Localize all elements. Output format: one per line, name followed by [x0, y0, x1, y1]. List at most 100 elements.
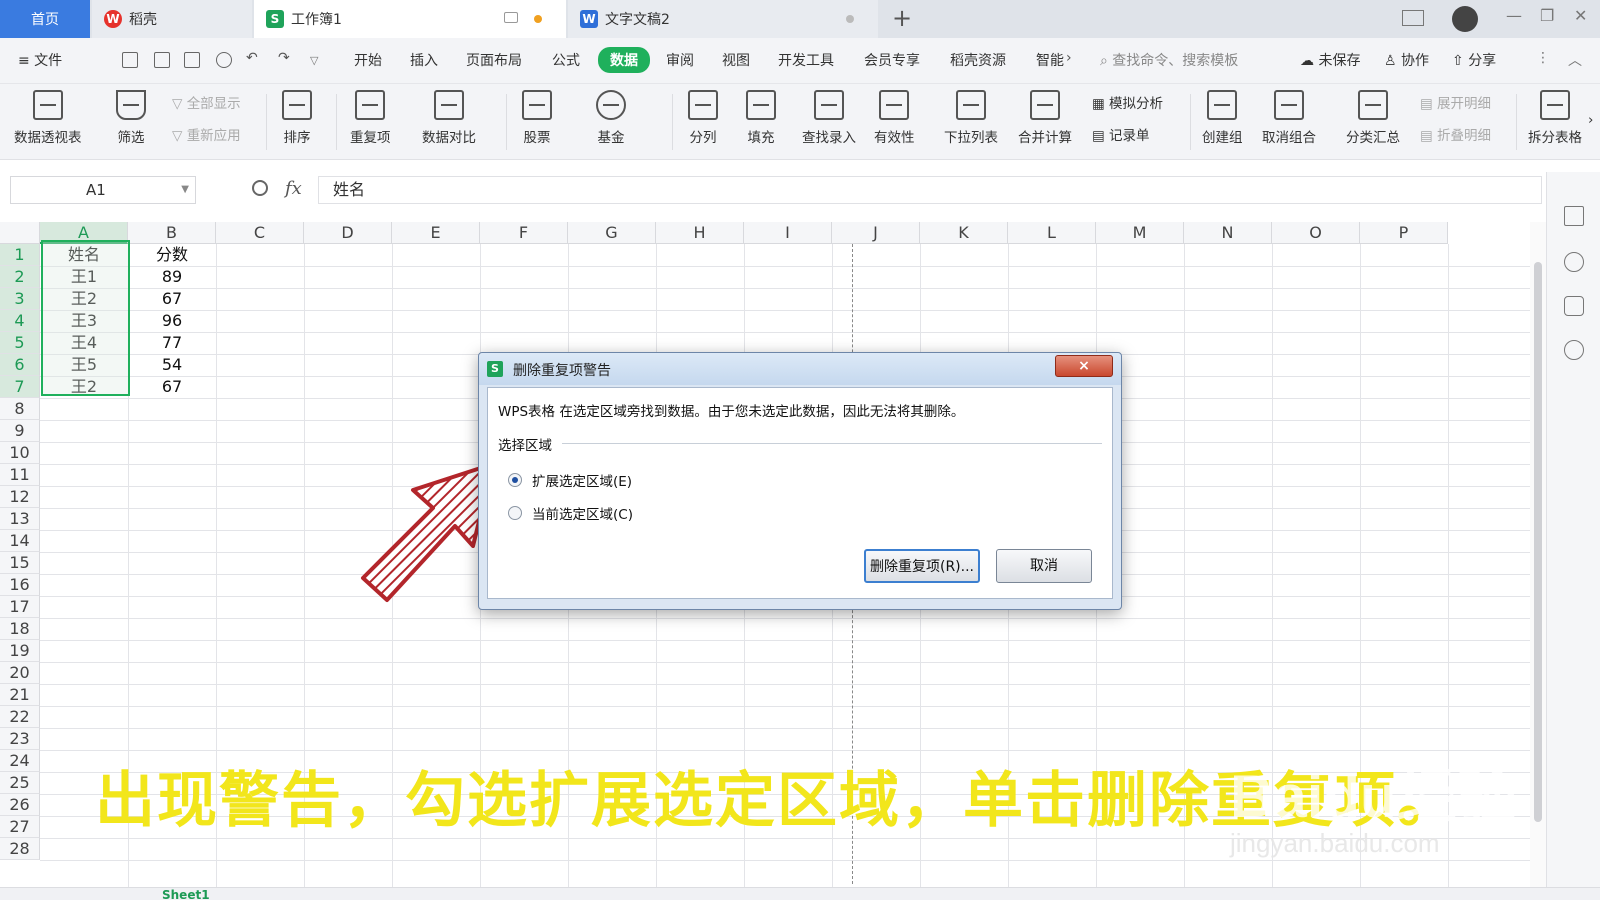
menu-member[interactable]: 会员专享	[864, 50, 920, 70]
lookup-entry-button[interactable]: 查找录入	[802, 90, 856, 146]
current-selection-option[interactable]: 当前选定区域(C)	[508, 503, 633, 523]
data-compare-button[interactable]: 数据对比	[422, 90, 476, 146]
row-header[interactable]: 25	[0, 772, 40, 794]
expand-selection-radio[interactable]	[508, 473, 522, 487]
file-menu[interactable]: ≡ 文件	[18, 50, 62, 70]
simulate-analysis-button[interactable]: ▦ 模拟分析	[1092, 92, 1163, 112]
column-header[interactable]: K	[920, 222, 1008, 244]
fund-button[interactable]: 基金	[596, 90, 626, 146]
row-header[interactable]: 28	[0, 838, 40, 860]
table-cell[interactable]: 分数	[128, 244, 216, 266]
filter-button[interactable]: 筛选	[116, 90, 146, 146]
sort-button[interactable]: 排序	[282, 90, 312, 146]
menu-view[interactable]: 视图	[722, 50, 750, 70]
tab-document[interactable]: W 文字文稿2	[568, 0, 878, 38]
column-header[interactable]: P	[1360, 222, 1448, 244]
menu-more-icon[interactable]: ›	[1066, 50, 1072, 66]
formula-input[interactable]: 姓名	[318, 176, 1542, 204]
ungroup-button[interactable]: 取消组合	[1262, 90, 1316, 146]
row-header[interactable]: 20	[0, 662, 40, 684]
redo-icon[interactable]: ↷	[278, 50, 290, 66]
column-header[interactable]: H	[656, 222, 744, 244]
row-header[interactable]: 19	[0, 640, 40, 662]
validity-button[interactable]: 有效性	[874, 90, 915, 146]
table-cell[interactable]: 96	[128, 310, 216, 332]
row-header[interactable]: 10	[0, 442, 40, 464]
row-header[interactable]: 6	[0, 354, 40, 376]
menu-data[interactable]: 数据	[598, 47, 650, 73]
split-table-button[interactable]: 拆分表格	[1526, 90, 1584, 146]
row-header[interactable]: 15	[0, 552, 40, 574]
help-icon[interactable]	[1564, 252, 1584, 272]
menu-start[interactable]: 开始	[354, 50, 382, 70]
cancel-button[interactable]: 取消	[996, 549, 1092, 583]
pivot-table-button[interactable]: 数据透视表	[14, 90, 82, 146]
more-quick-icon[interactable]: ▽	[310, 54, 318, 67]
menu-insert[interactable]: 插入	[410, 50, 438, 70]
row-header[interactable]: 21	[0, 684, 40, 706]
dialog-title-bar[interactable]: S 删除重复项警告 ×	[479, 353, 1121, 385]
column-header[interactable]: B	[128, 222, 216, 244]
table-cell[interactable]: 67	[128, 376, 216, 398]
column-header[interactable]: N	[1184, 222, 1272, 244]
row-header[interactable]: 11	[0, 464, 40, 486]
minimize-icon[interactable]: —	[1506, 6, 1522, 25]
dialog-close-button[interactable]: ×	[1055, 355, 1113, 377]
row-header[interactable]: 22	[0, 706, 40, 728]
menu-smart[interactable]: 智能	[1036, 50, 1064, 70]
save-icon[interactable]	[122, 52, 138, 68]
row-header[interactable]: 26	[0, 794, 40, 816]
print-icon[interactable]	[184, 52, 200, 68]
tab-workbook[interactable]: S 工作簿1	[254, 0, 566, 38]
menu-daoke-resources[interactable]: 稻壳资源	[950, 50, 1006, 70]
name-box[interactable]: A1 ▼	[10, 176, 196, 204]
expand-detail-button[interactable]: ▤ 展开明细	[1420, 92, 1491, 112]
row-header[interactable]: 12	[0, 486, 40, 508]
remove-duplicates-button[interactable]: 删除重复项(R)...	[864, 549, 980, 583]
row-header[interactable]: 9	[0, 420, 40, 442]
row-header[interactable]: 14	[0, 530, 40, 552]
table-cell[interactable]: 89	[128, 266, 216, 288]
column-header[interactable]: I	[744, 222, 832, 244]
location-icon[interactable]	[1564, 340, 1584, 360]
collapse-detail-button[interactable]: ▤ 折叠明细	[1420, 124, 1491, 144]
column-header[interactable]: C	[216, 222, 304, 244]
ribbon-scroll-right-icon[interactable]: ›	[1588, 112, 1593, 128]
close-window-icon[interactable]: ✕	[1574, 6, 1587, 25]
table-cell[interactable]: 67	[128, 288, 216, 310]
row-header[interactable]: 2	[0, 266, 40, 288]
collapse-ribbon-icon[interactable]: ︿	[1568, 50, 1582, 70]
reapply-button[interactable]: ▽ 重新应用	[172, 124, 241, 144]
row-header[interactable]: 4	[0, 310, 40, 332]
menu-page-layout[interactable]: 页面布局	[466, 50, 522, 70]
table-cell[interactable]: 54	[128, 354, 216, 376]
duplicates-button[interactable]: 重复项	[350, 90, 391, 146]
unsaved-button[interactable]: ☁ 未保存	[1300, 50, 1360, 70]
menu-formula[interactable]: 公式	[552, 50, 580, 70]
column-header[interactable]: J	[832, 222, 920, 244]
stock-button[interactable]: 股票	[522, 90, 552, 146]
fx-icon[interactable]: fx	[285, 178, 302, 199]
command-search[interactable]: ⌕ 查找命令、搜索模板	[1100, 50, 1238, 70]
subtotal-button[interactable]: 分类汇总	[1346, 90, 1400, 146]
image-tool-icon[interactable]	[1564, 296, 1584, 316]
select-all-corner[interactable]	[0, 222, 40, 244]
row-header[interactable]: 13	[0, 508, 40, 530]
undo-icon[interactable]: ↶	[246, 50, 258, 66]
scroll-thumb[interactable]	[1534, 262, 1542, 822]
expand-selection-option[interactable]: 扩展选定区域(E)	[508, 470, 632, 490]
row-header[interactable]: 7	[0, 376, 40, 398]
vertical-scrollbar[interactable]	[1530, 222, 1546, 887]
row-header[interactable]: 24	[0, 750, 40, 772]
column-header[interactable]: O	[1272, 222, 1360, 244]
collab-button[interactable]: ♙ 协作	[1384, 50, 1429, 70]
avatar[interactable]	[1452, 6, 1478, 32]
create-group-button[interactable]: 创建组	[1202, 90, 1243, 146]
more-options-icon[interactable]: ⋮	[1536, 50, 1550, 66]
window-layout-icon[interactable]	[1402, 10, 1424, 26]
column-header[interactable]: G	[568, 222, 656, 244]
zoom-icon[interactable]	[252, 180, 268, 196]
menu-review[interactable]: 审阅	[666, 50, 694, 70]
share-button[interactable]: ⇧ 分享	[1452, 50, 1496, 70]
new-tab-button[interactable]: +	[892, 4, 912, 32]
